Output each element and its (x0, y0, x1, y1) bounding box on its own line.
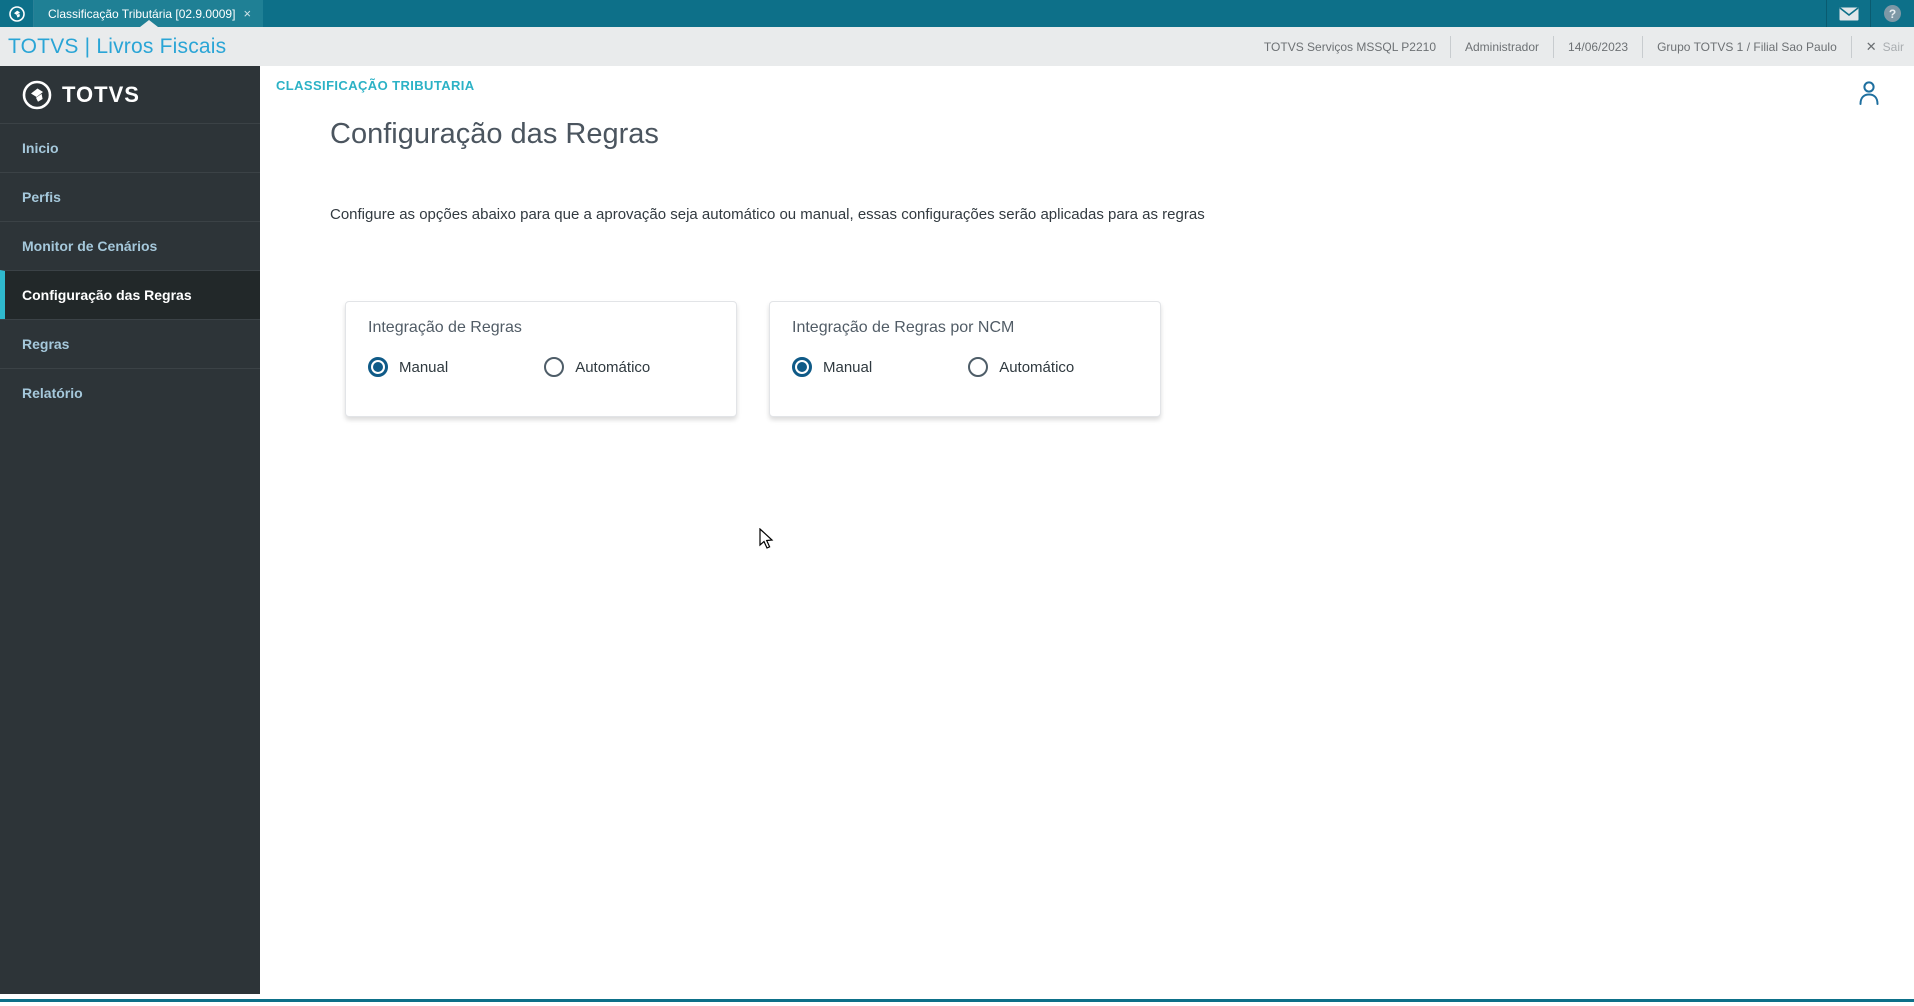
mail-button[interactable] (1826, 0, 1870, 27)
user-icon (1859, 81, 1879, 105)
header-session-info: TOTVS Serviços MSSQL P2210 Administrador… (1250, 27, 1914, 66)
sidebar-item-configuracao-das-regras[interactable]: Configuração das Regras (0, 270, 260, 319)
radio-unselected-icon[interactable] (544, 357, 565, 377)
breadcrumb: CLASSIFICAÇÃO TRIBUTARIA (276, 78, 475, 93)
tab-classificacao-tributaria[interactable]: Classificação Tributária [02.9.0009] × (34, 0, 264, 27)
sidebar-item-label: Regras (22, 336, 70, 352)
radio-option-automatico[interactable]: Automático (544, 357, 650, 377)
sidebar-item-label: Inicio (22, 140, 59, 156)
page-description: Configure as opções abaixo para que a ap… (330, 206, 1205, 223)
settings-cards: Integração de Regras Manual Automático I… (345, 301, 1161, 417)
radio-option-automatico[interactable]: Automático (968, 357, 1074, 377)
sidebar-logo: TOTVS (0, 66, 260, 123)
help-icon: ? (1884, 5, 1901, 22)
help-button[interactable]: ? (1870, 0, 1914, 27)
tab-close-icon[interactable]: × (243, 6, 251, 21)
radio-unselected-icon[interactable] (968, 357, 989, 377)
active-tab-caret (139, 20, 158, 27)
radio-option-manual[interactable]: Manual (368, 357, 448, 377)
environment-label: TOTVS Serviços MSSQL P2210 (1263, 39, 1436, 54)
radio-label: Automático (999, 358, 1075, 376)
content-area: CLASSIFICAÇÃO TRIBUTARIA Configuração da… (260, 66, 1914, 994)
brand-title: TOTVS | Livros Fiscais (8, 34, 227, 58)
app-header: TOTVS | Livros Fiscais TOTVS Serviços MS… (0, 27, 1914, 66)
date-label: 14/06/2023 (1553, 35, 1642, 58)
sidebar-item-perfis[interactable]: Perfis (0, 172, 260, 221)
totvs-logo-icon (8, 5, 25, 22)
main-layout: TOTVS Inicio Perfis Monitor de Cenários … (0, 66, 1914, 994)
radio-group-integracao-de-regras: Manual Automático (368, 357, 714, 377)
tab-title: Classificação Tributária [02.9.0009] (48, 6, 236, 21)
sidebar-item-regras[interactable]: Regras (0, 319, 260, 368)
card-integracao-de-regras-por-ncm: Integração de Regras por NCM Manual Auto… (769, 301, 1161, 417)
sidebar: TOTVS Inicio Perfis Monitor de Cenários … (0, 66, 260, 994)
radio-label: Manual (399, 358, 449, 376)
radio-group-integracao-por-ncm: Manual Automático (792, 357, 1138, 377)
radio-selected-icon[interactable] (792, 357, 812, 377)
sidebar-item-monitor-de-cenarios[interactable]: Monitor de Cenários (0, 221, 260, 270)
totvs-app-icon[interactable] (0, 0, 34, 27)
user-profile-button[interactable] (1858, 80, 1880, 111)
totvs-logo-icon (22, 80, 52, 109)
radio-label: Manual (823, 358, 873, 376)
page-title: Configuração das Regras (330, 118, 659, 150)
sidebar-item-label: Monitor de Cenários (22, 238, 158, 254)
card-title: Integração de Regras por NCM (792, 319, 1015, 336)
radio-label: Automático (575, 358, 651, 376)
sidebar-item-label: Configuração das Regras (22, 287, 192, 303)
user-role-label: Administrador (1450, 35, 1553, 58)
logout-x-icon: ✕ (1865, 38, 1877, 54)
bottom-accent-line (0, 999, 1914, 1002)
mail-icon (1839, 6, 1858, 20)
sidebar-item-label: Relatório (22, 385, 83, 401)
tabbar-right-icons: ? (1826, 0, 1914, 27)
radio-selected-icon[interactable] (368, 357, 388, 377)
card-integracao-de-regras: Integração de Regras Manual Automático (345, 301, 737, 417)
logout-button[interactable]: ✕ Sair (1850, 35, 1914, 58)
radio-option-manual[interactable]: Manual (792, 357, 872, 377)
company-branch-label: Grupo TOTVS 1 / Filial Sao Paulo (1642, 35, 1851, 58)
sidebar-item-relatorio[interactable]: Relatório (0, 368, 260, 417)
card-title: Integração de Regras (368, 319, 522, 336)
tab-bar: Classificação Tributária [02.9.0009] × ? (0, 0, 1914, 27)
logout-label: Sair (1882, 39, 1904, 54)
sidebar-item-inicio[interactable]: Inicio (0, 123, 260, 172)
sidebar-logo-text: TOTVS (62, 81, 140, 107)
sidebar-item-label: Perfis (22, 189, 61, 205)
